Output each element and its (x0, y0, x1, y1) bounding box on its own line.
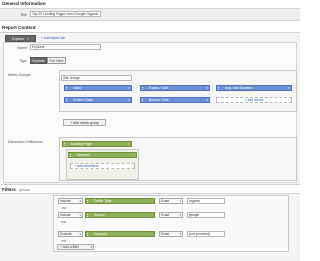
filter-mode-select[interactable]: Include ▾ (58, 212, 83, 218)
report-tab-label: Explorer (11, 37, 25, 41)
type-flat-table-button[interactable]: Flat Table (47, 57, 66, 64)
chevron-down-icon: ▾ (79, 232, 81, 236)
filter-match-value: Exact (161, 199, 170, 203)
drag-handle-icon[interactable] (64, 143, 66, 146)
filter-dimension-label: Source (94, 213, 105, 217)
name-label: Name (17, 46, 27, 50)
metric-label: Bounce Rate (149, 98, 169, 102)
filters-optional-label: - optional (16, 188, 30, 192)
filter-match-select[interactable]: Exact ▾ (159, 212, 183, 218)
chevron-down-icon: ▾ (79, 199, 81, 203)
metric-label: Visits (73, 86, 82, 90)
chevron-down-icon[interactable]: ▾ (206, 86, 208, 90)
add-metric-slot[interactable]: + add metric (216, 97, 292, 103)
metric-pill-pages-per-visit[interactable]: Pages / Visit ▾ (140, 85, 210, 91)
filter-match-value: Exact (161, 232, 170, 236)
dimension-pill-landing-page[interactable]: Landing Page × (62, 141, 132, 147)
filter-mode-select[interactable]: Include ▾ (58, 198, 83, 204)
chevron-down-icon[interactable]: ▾ (206, 98, 208, 102)
filter-mode-value: Include (60, 213, 71, 217)
dimension-drilldowns-label: Dimension Drilldowns (8, 140, 43, 144)
metric-pill-new-visits[interactable]: % New Visits ▾ (64, 97, 132, 103)
type-explorer-button[interactable]: Explorer (30, 57, 47, 64)
close-icon[interactable]: × (128, 142, 130, 146)
dimension-pill-keyword[interactable]: Keyword × (68, 152, 137, 158)
title-input[interactable]: Top 10 Landing Pages from Google Organic (30, 11, 101, 17)
drag-handle-icon[interactable] (87, 200, 89, 203)
add-dimension-link[interactable]: + add dimension (74, 164, 99, 168)
drag-handle-icon[interactable] (66, 99, 68, 102)
close-icon[interactable]: × (27, 37, 29, 41)
filter-value-input[interactable]: google (187, 212, 225, 218)
filter-dimension-label: Keyword (94, 232, 108, 236)
filter-match-value: Exact (161, 213, 170, 217)
chevron-down-icon: ▾ (179, 213, 181, 217)
filter-mode-value: Include (60, 199, 71, 203)
report-content-heading: Report Content (2, 25, 36, 30)
drag-handle-icon[interactable] (70, 154, 72, 157)
drag-handle-icon[interactable] (66, 87, 68, 90)
filter-value-input[interactable]: (not provided) (187, 231, 225, 237)
metric-groups-label: Metric Groups (8, 73, 31, 77)
name-input[interactable]: Explorer (30, 44, 101, 50)
filter-mode-select[interactable]: Exclude ▾ (58, 231, 83, 237)
filter-dimension-label: Traffic Type (94, 199, 112, 203)
filter-and-label: and (61, 206, 67, 210)
chevron-down-icon[interactable]: ▾ (128, 98, 130, 102)
metric-group-name-input[interactable]: Site Usage (61, 75, 132, 81)
add-report-tab-link[interactable]: + add report tab (41, 36, 65, 40)
dimension-label: Landing Page (71, 142, 92, 146)
add-filter-button[interactable]: + Add a filter ▾ (57, 244, 94, 250)
filter-mode-value: Exclude (60, 232, 72, 236)
report-tab-explorer[interactable]: Explorer × (5, 35, 36, 42)
filters-heading: Filters (2, 187, 16, 192)
metric-pill-bounce-rate[interactable]: Bounce Rate ▾ (140, 97, 210, 103)
chevron-down-icon: ▾ (79, 213, 81, 217)
filter-value-input[interactable]: organic (187, 198, 225, 204)
chevron-down-icon[interactable]: ▾ (128, 86, 130, 90)
chevron-down-icon: ▾ (90, 245, 92, 249)
filter-dimension-pill[interactable]: Keyword (85, 231, 155, 237)
drag-handle-icon[interactable] (142, 87, 144, 90)
filter-match-select[interactable]: Exact ▾ (159, 231, 183, 237)
filter-dimension-pill[interactable]: Source (85, 212, 155, 218)
add-metric-group-button[interactable]: + Add metric group (63, 119, 106, 126)
chevron-down-icon: ▾ (179, 232, 181, 236)
metric-label: Avg. Visit Duration (225, 86, 253, 90)
add-filter-label: + Add a filter (60, 245, 79, 249)
filter-dimension-pill[interactable]: Traffic Type (85, 198, 155, 204)
filters-heading-group: Filters - optional (2, 187, 30, 192)
title-label: Title (20, 13, 27, 17)
metric-label: Pages / Visit (149, 86, 168, 90)
filter-match-select[interactable]: Exact ▾ (159, 198, 183, 204)
drag-handle-icon[interactable] (87, 214, 89, 217)
metric-label: % New Visits (73, 98, 93, 102)
add-dimension-slot[interactable]: + add dimension (70, 163, 135, 169)
dimension-label: Keyword (77, 153, 91, 157)
chevron-down-icon[interactable]: ▾ (288, 86, 290, 90)
add-metric-link[interactable]: + add metric (245, 98, 264, 102)
drag-handle-icon[interactable] (218, 87, 220, 90)
general-info-heading: General Information (2, 1, 46, 6)
metric-pill-visits[interactable]: Visits ▾ (64, 85, 132, 91)
drag-handle-icon[interactable] (142, 99, 144, 102)
metric-pill-avg-visit-duration[interactable]: Avg. Visit Duration ▾ (216, 85, 292, 91)
type-label: Type (19, 59, 27, 63)
chevron-down-icon: ▾ (179, 199, 181, 203)
drag-handle-icon[interactable] (87, 233, 89, 236)
close-icon[interactable]: × (133, 153, 135, 157)
filter-and-label: and (61, 220, 67, 224)
filter-and-label: and (61, 239, 67, 243)
